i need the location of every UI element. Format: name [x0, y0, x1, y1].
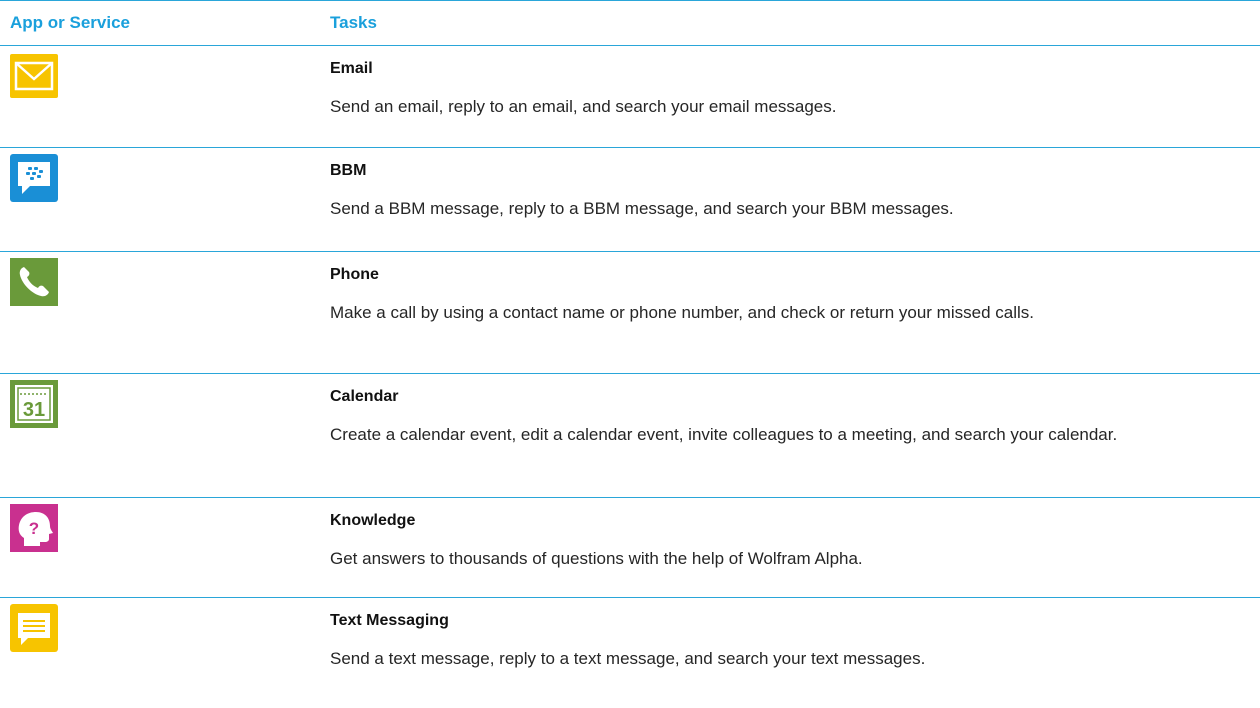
icon-cell [0, 252, 330, 373]
row-description: Send a text message, reply to a text mes… [330, 649, 926, 668]
row-description: Send an email, reply to an email, and se… [330, 97, 837, 116]
text-messaging-icon [10, 604, 58, 652]
table-row-bbm: BBM Send a BBM message, reply to a BBM m… [0, 148, 1260, 252]
table-row-text-messaging: Text Messaging Send a text message, repl… [0, 598, 1260, 708]
icon-cell [0, 46, 330, 147]
bbm-icon [10, 154, 58, 202]
table-row-email: Email Send an email, reply to an email, … [0, 46, 1260, 148]
row-title: Email [330, 60, 373, 77]
knowledge-icon: ? [10, 504, 58, 552]
row-title: Phone [330, 266, 379, 283]
row-title: Knowledge [330, 512, 416, 529]
table-row-phone: Phone Make a call by using a contact nam… [0, 252, 1260, 374]
calendar-icon: 31 [10, 380, 58, 428]
email-icon [10, 54, 58, 98]
row-description: Make a call by using a contact name or p… [330, 303, 1034, 322]
calendar-number: 31 [23, 399, 45, 421]
row-description: Get answers to thousands of questions wi… [330, 549, 863, 568]
icon-cell: ? [0, 498, 330, 597]
icon-cell [0, 598, 330, 708]
row-title: Text Messaging [330, 612, 449, 629]
phone-icon [10, 258, 58, 306]
app-services-table: App or Service Tasks Email Send an email… [0, 0, 1260, 708]
header-tasks: Tasks [330, 13, 377, 32]
table-row-knowledge: ? Knowledge Get answers to thousands of … [0, 498, 1260, 598]
svg-text:?: ? [29, 519, 39, 538]
icon-cell: 31 [0, 374, 330, 497]
row-description: Send a BBM message, reply to a BBM messa… [330, 199, 954, 218]
row-title: BBM [330, 162, 367, 179]
header-app-or-service: App or Service [10, 13, 130, 32]
row-description: Create a calendar event, edit a calendar… [330, 425, 1118, 444]
table-row-calendar: 31 Calendar Create a calendar event, edi… [0, 374, 1260, 498]
icon-cell [0, 148, 330, 251]
row-title: Calendar [330, 388, 399, 405]
table-header: App or Service Tasks [0, 1, 1260, 46]
